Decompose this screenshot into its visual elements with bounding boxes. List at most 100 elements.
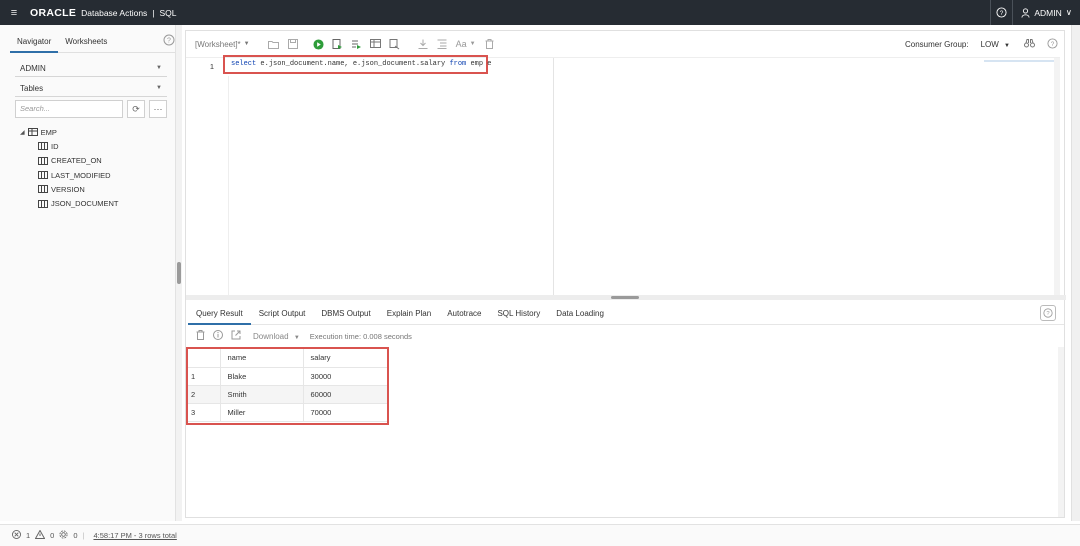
font-size-label: Aa <box>455 39 467 49</box>
help-icon[interactable]: ? <box>1047 37 1058 51</box>
tree-node-column[interactable]: VERSION <box>38 182 119 196</box>
user-icon <box>1021 7 1030 18</box>
status-message[interactable]: 4:58:17 PM - 3 rows total <box>93 531 176 540</box>
indent-guide <box>228 76 229 296</box>
error-icon[interactable] <box>12 530 21 541</box>
result-toolbar: Download ▼ Execution time: 0.008 seconds <box>196 329 412 343</box>
object-tree: ◢ EMP ID CREATED_ON LAST_MODIFIED VERSIO… <box>20 125 119 211</box>
tree-node-column[interactable]: CREATED_ON <box>38 154 119 168</box>
dropdown-arrow-icon: ▼ <box>243 41 250 47</box>
schema-select[interactable]: ADMIN ▼ <box>15 60 167 77</box>
tree-node-emp[interactable]: ◢ EMP <box>20 125 119 139</box>
run-statement-icon[interactable] <box>311 36 327 52</box>
consumer-group-select[interactable]: LOW ▼ <box>981 40 1010 49</box>
gear-icon[interactable] <box>59 530 68 541</box>
editor-minimap[interactable] <box>984 58 1054 62</box>
horizontal-splitter[interactable] <box>186 295 1066 300</box>
column-name: ID <box>51 141 59 151</box>
expand-triangle-icon[interactable]: ◢ <box>20 129 25 136</box>
refresh-button[interactable]: ⟳ <box>127 100 145 118</box>
tab-autotrace[interactable]: Autotrace <box>439 305 489 325</box>
sql-editor[interactable]: 1 select e.json_document.name, e.json_do… <box>186 55 1060 296</box>
section-name: SQL <box>159 7 177 18</box>
tab-explain-plan[interactable]: Explain Plan <box>379 305 439 325</box>
svg-text:?: ? <box>167 38 171 45</box>
list-icon[interactable] <box>434 36 450 52</box>
cell-name[interactable]: Miller <box>219 403 303 422</box>
more-options-button[interactable]: ⋯ <box>149 100 167 118</box>
task-count: 0 <box>73 531 78 540</box>
worksheet-area: [Worksheet]* ▼ Aa ▼ Consumer Group: LOW … <box>185 30 1066 518</box>
cell-salary[interactable]: 70000 <box>302 403 387 422</box>
worksheet-toolbar: [Worksheet]* ▼ Aa ▼ Consumer Group: LOW … <box>186 31 1066 57</box>
tab-dbms-output[interactable]: DBMS Output <box>313 305 378 325</box>
trash-icon[interactable] <box>196 330 205 342</box>
column-icon <box>38 185 48 194</box>
tree-node-column[interactable]: ID <box>38 139 119 153</box>
tab-data-loading[interactable]: Data Loading <box>548 305 612 325</box>
object-type-select[interactable]: Tables ▼ <box>15 80 167 97</box>
table-icon <box>27 128 38 137</box>
results-scrollbar[interactable] <box>1058 347 1064 517</box>
worksheet-selector[interactable]: [Worksheet]* ▼ <box>195 40 250 49</box>
hamburger-icon[interactable]: ≡ <box>0 7 28 19</box>
binoculars-icon[interactable] <box>1024 38 1035 50</box>
results-help-button[interactable]: ? <box>1040 305 1056 321</box>
column-header-salary[interactable]: salary <box>302 349 387 368</box>
worksheet-title: [Worksheet]* <box>195 39 241 49</box>
column-name: JSON_DOCUMENT <box>51 199 119 209</box>
save-icon[interactable] <box>285 36 301 52</box>
schema-value: ADMIN <box>20 63 46 73</box>
trash-icon[interactable] <box>482 36 498 52</box>
splitter-grip[interactable] <box>177 262 181 284</box>
run-script-icon[interactable] <box>330 36 346 52</box>
run-actions <box>311 36 403 52</box>
explain-plan-icon[interactable] <box>349 36 365 52</box>
consumer-group-value: LOW <box>980 39 999 49</box>
format-icon[interactable] <box>387 36 403 52</box>
splitter-grip[interactable] <box>611 296 639 299</box>
tree-node-column[interactable]: LAST_MODIFIED <box>38 168 119 182</box>
table-row[interactable]: 3 Miller 70000 <box>188 403 387 422</box>
download-dropdown[interactable]: Download ▼ <box>253 332 300 341</box>
sql-columns: e.json_document.name, e.json_document.sa… <box>256 60 450 68</box>
table-row[interactable]: 2 Smith 60000 <box>188 385 387 404</box>
search-input[interactable]: Search... <box>15 100 123 118</box>
app-name[interactable]: Database Actions <box>81 8 147 18</box>
sql-keyword: select <box>231 60 257 68</box>
refresh-icon: ⟳ <box>132 103 140 114</box>
error-count: 1 <box>26 531 31 540</box>
tab-worksheets[interactable]: Worksheets <box>58 33 114 53</box>
object-type-value: Tables <box>20 83 44 93</box>
user-menu[interactable]: ADMIN ∨ <box>1012 0 1080 25</box>
page-scrollbar[interactable] <box>1071 25 1080 521</box>
font-size-dropdown[interactable]: Aa ▼ <box>453 36 479 52</box>
status-bar: 1 0 0 | 4:58:17 PM - 3 rows total <box>0 524 1080 546</box>
sql-statement[interactable]: select e.json_document.name, e.json_docu… <box>223 55 492 74</box>
vertical-splitter[interactable] <box>176 25 182 521</box>
cell-name[interactable]: Smith <box>219 385 303 404</box>
cell-salary[interactable]: 30000 <box>302 367 387 386</box>
svg-text:?: ? <box>1000 10 1004 17</box>
tab-sql-history[interactable]: SQL History <box>489 305 548 325</box>
cell-salary[interactable]: 60000 <box>302 385 387 404</box>
warning-icon[interactable] <box>34 529 46 541</box>
navigator-help-icon[interactable]: ? <box>163 34 175 48</box>
editor-scrollbar[interactable] <box>1054 58 1060 296</box>
open-external-icon[interactable] <box>231 330 241 342</box>
table-row[interactable]: 1 Blake 30000 <box>188 367 387 386</box>
autotrace-icon[interactable] <box>368 36 384 52</box>
column-header-name[interactable]: name <box>219 349 303 368</box>
tab-query-result[interactable]: Query Result <box>188 305 251 325</box>
navigator-panel: Navigator Worksheets ? ADMIN ▼ Tables ▼ … <box>0 25 176 521</box>
download-icon[interactable] <box>415 36 431 52</box>
help-button[interactable]: ? <box>990 0 1012 25</box>
cell-name[interactable]: Blake <box>219 367 303 386</box>
sql-table: emp e <box>466 60 492 68</box>
tab-script-output[interactable]: Script Output <box>251 305 314 325</box>
tree-node-column[interactable]: JSON_DOCUMENT <box>38 196 119 210</box>
open-folder-icon[interactable] <box>266 36 282 52</box>
info-icon[interactable] <box>213 330 223 342</box>
search-row: Search... ⟳ ⋯ <box>15 100 167 118</box>
tab-navigator[interactable]: Navigator <box>10 33 59 53</box>
